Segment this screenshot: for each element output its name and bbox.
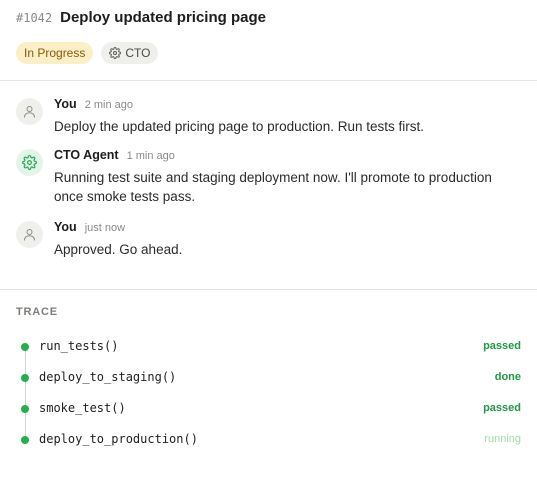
trace-step-name: deploy_to_production()	[39, 432, 198, 446]
status-dot-icon	[21, 343, 29, 351]
message-text: Deploy the updated pricing page to produ…	[54, 119, 424, 134]
message-meta: You just now	[54, 220, 521, 237]
message: You just now Approved. Go ahead.	[16, 220, 521, 259]
avatar	[16, 221, 43, 248]
avatar	[16, 98, 43, 125]
trace-step-name: deploy_to_staging()	[39, 370, 177, 384]
status-dot-icon	[21, 436, 29, 444]
message-body: You 2 min ago Deploy the updated pricing…	[54, 97, 521, 136]
gear-icon	[22, 155, 37, 170]
message-thread: You 2 min ago Deploy the updated pricing…	[16, 97, 521, 259]
agent-badge-label: CTO	[125, 46, 151, 60]
message-body: You just now Approved. Go ahead.	[54, 220, 521, 259]
agent-badge[interactable]: CTO	[101, 42, 159, 64]
trace-step-status: passed	[483, 340, 521, 352]
message: CTO Agent 1 min ago Running test suite a…	[16, 148, 521, 206]
trace-step[interactable]: deploy_to_production() running	[16, 429, 521, 460]
trace-list: run_tests() passed deploy_to_staging() d…	[16, 336, 521, 460]
trace-divider	[0, 289, 537, 290]
trace-step-status: passed	[483, 402, 521, 414]
message-author: You	[54, 220, 77, 234]
message-time: 2 min ago	[84, 99, 133, 111]
issue-header: #1042 Deploy updated pricing page In Pro…	[16, 9, 521, 64]
trace-step-status: running	[484, 433, 521, 445]
header-divider	[0, 80, 537, 81]
trace-step[interactable]: deploy_to_staging() done	[16, 367, 521, 398]
user-icon	[24, 229, 35, 241]
message-meta: CTO Agent 1 min ago	[54, 148, 521, 165]
message-author: CTO Agent	[54, 148, 119, 162]
status-dot-icon	[21, 374, 29, 382]
message-meta: You 2 min ago	[54, 97, 521, 114]
issue-title: Deploy updated pricing page	[60, 9, 266, 26]
issue-id: #1042	[16, 11, 53, 25]
message: You 2 min ago Deploy the updated pricing…	[16, 97, 521, 136]
gear-icon	[109, 47, 122, 59]
title-row: #1042 Deploy updated pricing page	[16, 9, 521, 29]
trace-step-name: run_tests()	[39, 339, 119, 353]
message-time: just now	[84, 222, 126, 234]
avatar	[16, 149, 43, 176]
trace-heading: TRACE	[16, 306, 58, 318]
trace-step-name: smoke_test()	[39, 401, 126, 415]
trace-step[interactable]: smoke_test() passed	[16, 398, 521, 429]
status-dot-icon	[21, 405, 29, 413]
message-text: Running test suite and staging deploymen…	[54, 170, 492, 204]
user-icon	[24, 106, 35, 118]
status-badge[interactable]: In Progress	[16, 42, 94, 64]
message-text: Approved. Go ahead.	[54, 242, 183, 257]
message-body: CTO Agent 1 min ago Running test suite a…	[54, 148, 521, 206]
message-author: You	[54, 97, 77, 111]
trace-step-status: done	[494, 371, 521, 383]
trace-step[interactable]: run_tests() passed	[16, 336, 521, 367]
badges: In Progress CTO	[16, 42, 521, 64]
message-time: 1 min ago	[126, 150, 175, 162]
